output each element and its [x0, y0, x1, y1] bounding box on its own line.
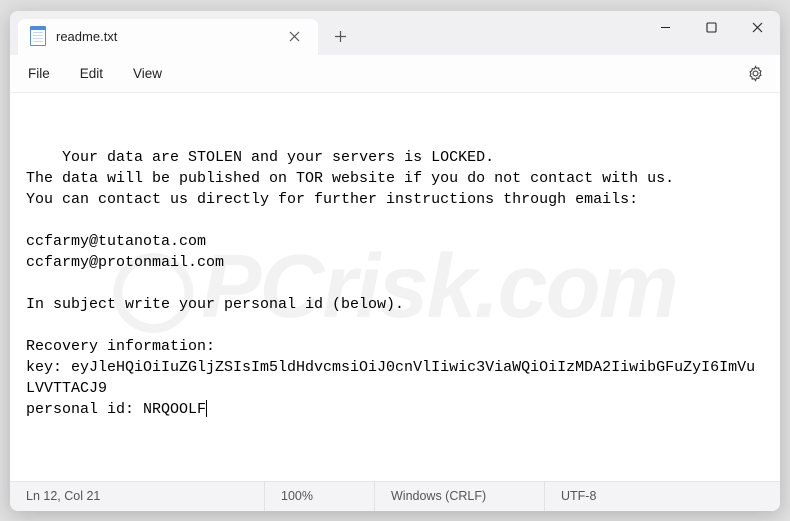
close-tab-button[interactable]	[282, 25, 306, 49]
tab-title: readme.txt	[56, 29, 272, 44]
notepad-icon	[30, 28, 46, 46]
minimize-icon	[660, 22, 671, 33]
settings-button[interactable]	[740, 58, 770, 88]
gear-icon	[747, 65, 764, 82]
menu-file[interactable]: File	[14, 60, 64, 87]
maximize-icon	[706, 22, 717, 33]
maximize-button[interactable]	[688, 11, 734, 45]
plus-icon	[334, 30, 347, 43]
window-controls	[642, 11, 780, 45]
status-position: Ln 12, Col 21	[10, 482, 265, 511]
close-icon	[289, 31, 300, 42]
status-zoom[interactable]: 100%	[265, 482, 375, 511]
document-text: Your data are STOLEN and your servers is…	[26, 149, 755, 418]
close-window-button[interactable]	[734, 11, 780, 45]
tab-strip: readme.txt	[10, 11, 356, 55]
new-tab-button[interactable]	[324, 21, 356, 53]
close-icon	[752, 22, 763, 33]
document-tab[interactable]: readme.txt	[18, 19, 318, 55]
text-cursor	[206, 400, 207, 417]
text-editor-area[interactable]: PCrisk.com Your data are STOLEN and your…	[10, 93, 780, 481]
titlebar: readme.txt	[10, 11, 780, 55]
menu-view[interactable]: View	[119, 60, 176, 87]
notepad-window: readme.txt File Edit View	[10, 11, 780, 511]
minimize-button[interactable]	[642, 11, 688, 45]
status-line-ending[interactable]: Windows (CRLF)	[375, 482, 545, 511]
menu-edit[interactable]: Edit	[66, 60, 117, 87]
statusbar: Ln 12, Col 21 100% Windows (CRLF) UTF-8	[10, 481, 780, 511]
menubar: File Edit View	[10, 55, 780, 93]
status-encoding[interactable]: UTF-8	[545, 482, 780, 511]
